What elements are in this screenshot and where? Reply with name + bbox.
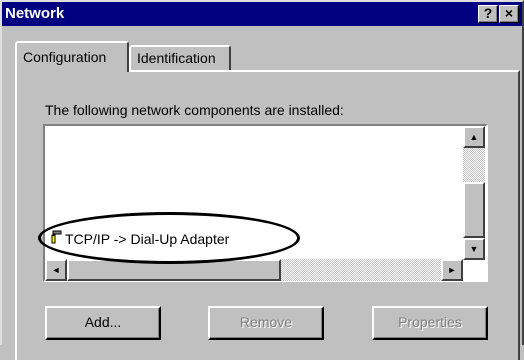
highlight-ellipse	[38, 212, 300, 264]
scroll-left-button[interactable]: ◄	[45, 259, 67, 281]
add-button[interactable]: Add...	[45, 306, 161, 340]
horizontal-scrollbar[interactable]: ◄ ►	[45, 259, 463, 281]
vertical-scroll-thumb[interactable]	[463, 182, 485, 238]
scroll-up-button[interactable]: ▲	[463, 126, 485, 148]
window-title: Network	[5, 5, 65, 22]
vertical-scrollbar[interactable]: ▲ ▼	[463, 126, 485, 260]
help-button[interactable]: ?	[478, 5, 498, 23]
scroll-right-button[interactable]: ►	[441, 259, 463, 281]
components-label: The following network components are ins…	[45, 101, 344, 119]
tab-configuration[interactable]: Configuration	[15, 41, 129, 72]
tab-identification[interactable]: Identification	[129, 45, 231, 71]
scroll-down-button[interactable]: ▼	[463, 238, 485, 260]
tab-identification-label: Identification	[137, 50, 216, 66]
remove-button-label: Remove	[239, 314, 293, 330]
components-label-text: The following network components are ins…	[45, 102, 344, 118]
add-button-label: Add...	[84, 314, 122, 330]
remove-button[interactable]: Remove	[208, 306, 324, 340]
close-button[interactable]: ×	[499, 5, 519, 23]
title-bar: Network ? ×	[2, 2, 522, 26]
properties-button-label: Properties	[398, 314, 462, 330]
properties-button[interactable]: Properties	[372, 306, 488, 340]
tab-configuration-label: Configuration	[23, 49, 107, 65]
